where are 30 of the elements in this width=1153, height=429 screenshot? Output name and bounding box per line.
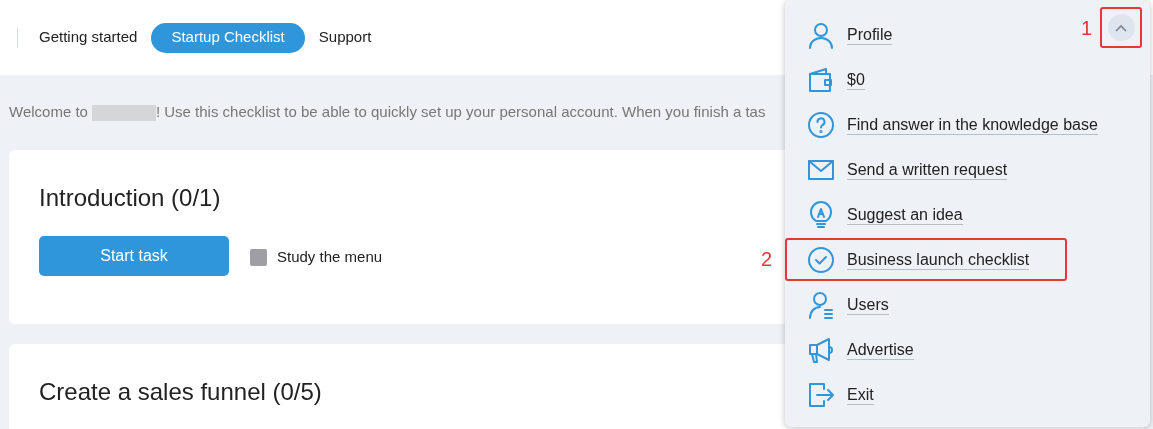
menu-link[interactable]: Find answer in the knowledge base (847, 114, 1098, 135)
menu-link[interactable]: Exit (847, 384, 874, 405)
section-title: Create a sales funnel (0/5) (39, 377, 322, 407)
menu-link[interactable]: Users (847, 294, 889, 315)
annotation-number: 1 (1080, 15, 1092, 41)
menu-link[interactable]: Advertise (847, 339, 914, 360)
help-icon (807, 110, 835, 139)
checkmark-circle-icon (807, 245, 835, 274)
welcome-text: ! Use this checklist to be able to quickly set up your personal account. When you finish a tas (155, 102, 766, 123)
megaphone-icon (807, 335, 835, 364)
annotation-number: 2 (761, 247, 773, 272)
exit-icon (807, 380, 835, 409)
redacted-block (91, 104, 156, 121)
menu-link[interactable]: Profile (847, 24, 893, 45)
menu-link[interactable]: Suggest an idea (847, 204, 963, 225)
collapse-button[interactable] (1107, 14, 1135, 41)
chevron-up-icon (1115, 23, 1127, 32)
nav-tab[interactable]: Getting started (26, 22, 151, 53)
checkbox[interactable] (250, 249, 267, 266)
lightbulb-icon (807, 200, 835, 229)
menu-link[interactable]: $0 (847, 69, 865, 90)
menu-link[interactable]: Business launch checklist (847, 249, 1030, 270)
section-title: Introduction (0/1) (39, 183, 221, 213)
nav-tab[interactable]: Support (305, 22, 385, 53)
person-icon (807, 20, 835, 49)
task-label: Study the menu (277, 247, 383, 268)
welcome-text: Welcome to (9, 102, 88, 123)
menu-link[interactable]: Send a written request (847, 159, 1008, 180)
wallet-icon (807, 65, 835, 94)
users-icon (807, 290, 835, 319)
